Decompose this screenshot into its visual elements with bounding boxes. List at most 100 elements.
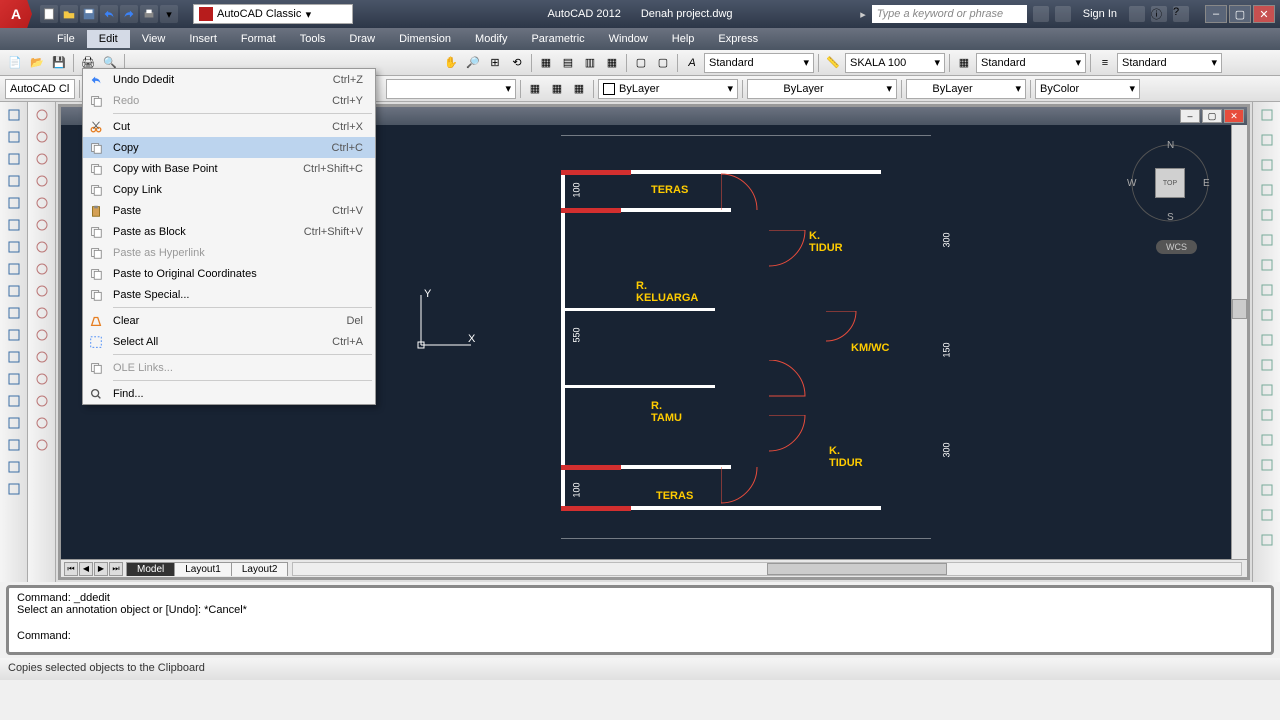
viewcube-top[interactable]: TOP — [1155, 168, 1185, 198]
horizontal-scrollbar[interactable] — [292, 562, 1242, 576]
viewcube-s[interactable]: S — [1167, 212, 1174, 223]
mtext-icon[interactable] — [3, 457, 25, 477]
right-tool-4-icon[interactable] — [1256, 205, 1278, 225]
right-tool-16-icon[interactable] — [1256, 505, 1278, 525]
menu-item-select-all[interactable]: Select AllCtrl+A — [83, 331, 375, 352]
sheet-icon[interactable]: ▤ — [558, 53, 578, 73]
menu-item-copy[interactable]: CopyCtrl+C — [83, 137, 375, 158]
pan-icon[interactable]: ✋ — [441, 53, 461, 73]
open-icon[interactable]: 📂 — [27, 53, 47, 73]
drawing-close-button[interactable]: ✕ — [1224, 109, 1244, 123]
close-button[interactable]: ✕ — [1253, 5, 1275, 23]
right-tool-11-icon[interactable] — [1256, 380, 1278, 400]
point-icon[interactable] — [3, 325, 25, 345]
join-icon[interactable] — [31, 369, 53, 389]
maximize-button[interactable]: ▢ — [1229, 5, 1251, 23]
menu-item-find-[interactable]: Find... — [83, 383, 375, 404]
viewcube[interactable]: TOP N S E W — [1127, 140, 1212, 225]
right-tool-7-icon[interactable] — [1256, 280, 1278, 300]
tb-btn3[interactable]: ▢ — [653, 53, 673, 73]
fillet-icon[interactable] — [31, 413, 53, 433]
app-logo[interactable]: A — [0, 0, 32, 28]
vertical-scrollbar[interactable] — [1231, 125, 1247, 559]
arc-icon[interactable] — [3, 193, 25, 213]
trim-icon[interactable] — [31, 303, 53, 323]
stretch-icon[interactable] — [31, 281, 53, 301]
right-tool-5-icon[interactable] — [1256, 230, 1278, 250]
right-tool-17-icon[interactable] — [1256, 530, 1278, 550]
menu-item-copy-link[interactable]: Copy Link — [83, 179, 375, 200]
help-icon[interactable]: ? — [1173, 6, 1189, 22]
text-icon[interactable] — [3, 435, 25, 455]
tab-layout1[interactable]: Layout1 — [174, 562, 232, 576]
circle-icon[interactable] — [3, 215, 25, 235]
block-icon[interactable] — [3, 303, 25, 323]
gradient-icon[interactable] — [3, 369, 25, 389]
text-style-icon[interactable]: A — [682, 53, 702, 73]
pline-icon[interactable] — [3, 127, 25, 147]
table-style-icon[interactable]: ▦ — [954, 53, 974, 73]
qat-save-icon[interactable] — [80, 5, 98, 23]
menu-file[interactable]: File — [45, 30, 87, 48]
menu-item-paste[interactable]: PasteCtrl+V — [83, 200, 375, 221]
add-icon[interactable] — [3, 479, 25, 499]
viewcube-w[interactable]: W — [1127, 178, 1136, 189]
menu-item-copy-with-base-point[interactable]: Copy with Base PointCtrl+Shift+C — [83, 158, 375, 179]
menu-item-clear[interactable]: ClearDel — [83, 310, 375, 331]
command-line[interactable]: Command: _ddedit Select an annotation ob… — [6, 585, 1274, 655]
zoom-prev-icon[interactable]: ⟲ — [507, 53, 527, 73]
linetype-combo[interactable]: ByLayer▾ — [747, 79, 897, 99]
break-icon[interactable] — [31, 347, 53, 367]
menu-dimension[interactable]: Dimension — [387, 30, 463, 48]
tool-palette-icon[interactable]: ▥ — [580, 53, 600, 73]
menu-insert[interactable]: Insert — [177, 30, 229, 48]
tab-layout2[interactable]: Layout2 — [231, 562, 289, 576]
zoom-window-icon[interactable]: ⊞ — [485, 53, 505, 73]
region-icon[interactable] — [3, 391, 25, 411]
menu-item-paste-to-original-coordinates[interactable]: Paste to Original Coordinates — [83, 263, 375, 284]
save-icon[interactable]: 💾 — [49, 53, 69, 73]
layer-tool3-icon[interactable]: ▦ — [569, 79, 589, 99]
ellipse-arc-icon[interactable] — [3, 281, 25, 301]
right-tool-10-icon[interactable] — [1256, 355, 1278, 375]
rect-icon[interactable] — [3, 171, 25, 191]
copy-icon[interactable] — [31, 127, 53, 147]
right-tool-3-icon[interactable] — [1256, 180, 1278, 200]
menu-view[interactable]: View — [130, 30, 178, 48]
mline-style-combo[interactable]: Standard▾ — [1117, 53, 1222, 73]
polygon-icon[interactable] — [3, 149, 25, 169]
array-icon[interactable] — [31, 193, 53, 213]
wcs-badge[interactable]: WCS — [1156, 240, 1197, 254]
layer-combo[interactable]: ▾ — [386, 79, 516, 99]
viewcube-n[interactable]: N — [1167, 140, 1174, 151]
menu-format[interactable]: Format — [229, 30, 288, 48]
drawing-restore-button[interactable]: ▢ — [1202, 109, 1222, 123]
calc-icon[interactable]: ▦ — [602, 53, 622, 73]
table-icon[interactable] — [3, 413, 25, 433]
properties-icon[interactable]: ▦ — [536, 53, 556, 73]
right-tool-15-icon[interactable] — [1256, 480, 1278, 500]
tab-prev-button[interactable]: ◀ — [79, 562, 93, 576]
menu-help[interactable]: Help — [660, 30, 707, 48]
tb-btn2[interactable]: ▢ — [631, 53, 651, 73]
right-tool-2-icon[interactable] — [1256, 155, 1278, 175]
right-tool-12-icon[interactable] — [1256, 405, 1278, 425]
layer-tool-icon[interactable]: ▦ — [525, 79, 545, 99]
menu-express[interactable]: Express — [706, 30, 770, 48]
new-icon[interactable]: 📄 — [5, 53, 25, 73]
menu-modify[interactable]: Modify — [463, 30, 519, 48]
menu-item-paste-special-[interactable]: Paste Special... — [83, 284, 375, 305]
right-tool-8-icon[interactable] — [1256, 305, 1278, 325]
help-drop-icon[interactable] — [1129, 6, 1145, 22]
explode-icon[interactable] — [31, 435, 53, 455]
viewcube-e[interactable]: E — [1203, 178, 1210, 189]
info-icon[interactable]: ⓘ — [1151, 6, 1167, 22]
drawing-minimize-button[interactable]: – — [1180, 109, 1200, 123]
keyword-search[interactable]: Type a keyword or phrase — [872, 5, 1027, 23]
qat-undo-icon[interactable] — [100, 5, 118, 23]
workspace-selector[interactable]: AutoCAD Classic ▾ — [193, 4, 353, 24]
layer-filter-combo[interactable]: AutoCAD Cl — [5, 79, 75, 99]
menu-window[interactable]: Window — [597, 30, 660, 48]
mirror-icon[interactable] — [31, 149, 53, 169]
right-tool-9-icon[interactable] — [1256, 330, 1278, 350]
